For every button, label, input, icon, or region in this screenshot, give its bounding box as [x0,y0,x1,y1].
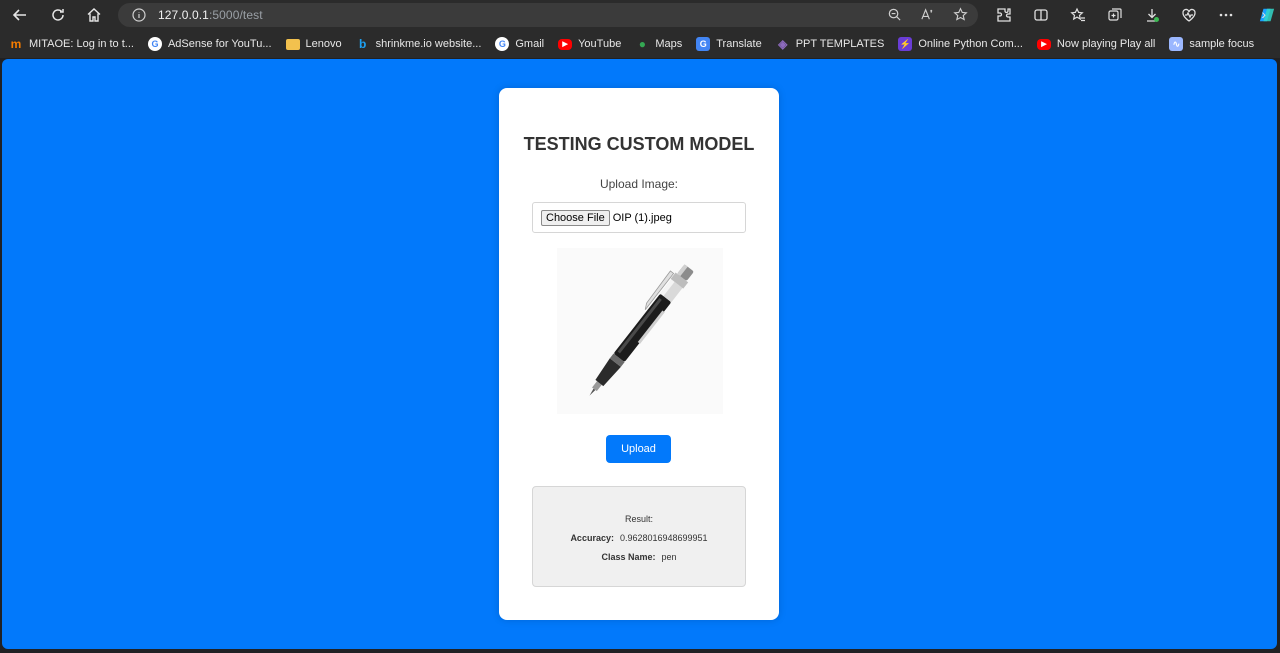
bookmark-item[interactable]: ▶ Now playing Play all [1036,38,1156,50]
bookmark-label: Now playing Play all [1056,38,1156,50]
page-title: TESTING CUSTOM MODEL [523,134,755,154]
pen-image [589,264,694,396]
image-preview [557,248,723,414]
folder-icon [285,38,300,50]
bookmarks-more-icon[interactable]: › [1261,6,1266,22]
python-icon: ⚡ [898,37,913,51]
bookmark-item[interactable]: G Gmail [495,37,544,51]
bookmark-label: sample focus [1189,38,1255,50]
refresh-icon[interactable] [46,3,70,27]
extensions-icon[interactable] [994,5,1013,24]
back-icon[interactable] [8,3,32,27]
selected-file-name: OIP (1).jpeg [612,211,672,224]
bookmark-label: shrinkme.io website... [375,38,482,50]
bookmark-item[interactable]: b shrinkme.io website... [356,37,482,51]
google-icon: G [495,37,510,51]
bookmark-item[interactable]: Lenovo [285,38,342,50]
url-text: 127.0.0.1:5000/test [158,8,263,22]
address-bar[interactable]: 127.0.0.1:5000/test [118,3,978,27]
bookmark-label: Online Python Com... [918,38,1023,50]
more-options-icon[interactable] [1216,5,1235,24]
bookmark-item[interactable]: G Translate [696,37,762,51]
bookmark-label: Maps [655,38,683,50]
favorite-star-icon[interactable] [953,7,968,27]
zoom-icon[interactable] [887,7,902,27]
bookmarks-bar: m MITAOE: Log in to t... G AdSense for YouT… [0,30,1280,58]
maps-icon: ● [638,37,646,51]
accuracy-label: Accuracy: [570,533,614,543]
collections-icon[interactable] [1105,5,1124,24]
class-name-row: Class Name: pen [533,552,745,562]
result-heading: Result: [624,514,653,524]
google-icon: G [147,37,162,51]
youtube-icon: ▶ [558,38,573,50]
bookmark-label: YouTube [578,38,622,50]
accuracy-value: 0.9628016948699951 [619,533,708,543]
class-name-label: Class Name: [601,552,656,562]
bookmark-label: PPT TEMPLATES [795,38,885,50]
copilot-icon[interactable] [1257,5,1276,24]
file-input[interactable]: Choose File OIP (1).jpeg [532,202,746,233]
test-card: TESTING CUSTOM MODEL Upload Image: Choos… [499,88,779,620]
bookmark-label: Lenovo [305,38,342,50]
bookmark-label: Translate [716,38,762,50]
bookmark-item[interactable]: ∿ sample focus [1169,37,1254,51]
browser-toolbar: 127.0.0.1:5000/test [0,0,1280,30]
choose-file-button[interactable]: Choose File [541,209,610,226]
translate-icon: G [696,37,711,51]
accuracy-row: Accuracy: 0.9628016948699951 [533,533,745,543]
bookmark-item[interactable]: ⚡ Online Python Com... [898,37,1023,51]
bookmark-item[interactable]: G AdSense for YouTu... [147,37,272,51]
page-background: TESTING CUSTOM MODEL Upload Image: Choos… [2,59,1277,649]
bookmark-item[interactable]: m MITAOE: Log in to t... [9,37,134,51]
bookmark-label: AdSense for YouTu... [167,38,272,50]
sample-icon: ∿ [1169,37,1184,51]
bookmark-item[interactable]: ● Maps [635,37,683,51]
split-screen-icon[interactable] [1031,5,1050,24]
downloads-icon[interactable] [1142,5,1161,24]
result-panel: Result: Accuracy: 0.9628016948699951 Clas… [532,486,746,587]
bookmark-label: Gmail [515,38,545,50]
browser-essentials-icon[interactable] [1179,5,1198,24]
home-icon[interactable] [82,3,106,27]
bookmark-label: MITAOE: Log in to t... [29,38,134,50]
favorites-icon[interactable] [1068,5,1087,24]
bing-icon: b [358,37,367,51]
bookmark-item[interactable]: ▶ YouTube [558,38,621,50]
upload-button[interactable]: Upload [606,435,671,463]
bookmark-item[interactable]: ◈ PPT TEMPLATES [776,37,885,51]
mitaoe-icon: m [10,37,22,51]
upload-image-label: Upload Image: [599,177,679,191]
read-aloud-icon[interactable] [920,7,935,27]
site-info-icon[interactable] [132,8,146,22]
ppt-icon: ◈ [778,37,788,51]
youtube-icon: ▶ [1036,38,1051,50]
class-name-value: pen [661,552,677,562]
